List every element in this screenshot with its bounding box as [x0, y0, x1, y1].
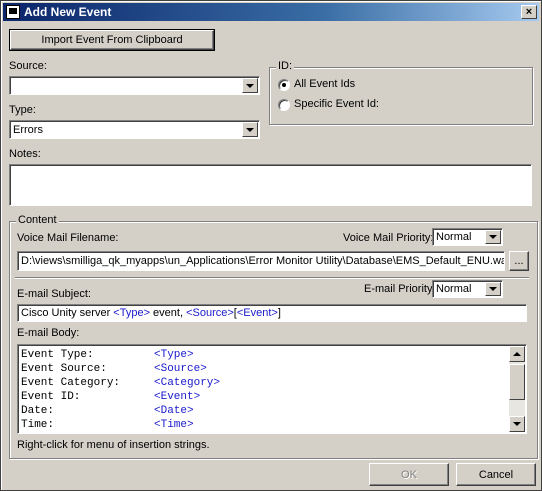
id-group: ID: [269, 60, 533, 125]
email-subject-label: E-mail Subject: [17, 288, 91, 300]
browse-button[interactable]: ... [509, 251, 529, 271]
email-priority-arrow[interactable] [485, 282, 501, 296]
browse-label: ... [514, 255, 524, 267]
import-from-clipboard-button[interactable]: Import Event From Clipboard [9, 29, 215, 51]
voice-mail-filename-field[interactable]: D:\views\smilliga_qk_myapps\un_Applicati… [17, 251, 505, 271]
scroll-thumb[interactable] [509, 364, 525, 400]
scroll-down-button[interactable] [509, 416, 525, 432]
email-body-lines: Event Type: <Type> Event Source: <Source> … [18, 345, 526, 432]
chevron-down-icon [489, 287, 497, 291]
insertion-hint: Right-click for menu of insertion string… [17, 439, 210, 451]
voice-mail-priority-value: Normal [436, 231, 472, 243]
ok-button[interactable]: OK [369, 463, 449, 486]
ok-label: OK [401, 468, 417, 481]
content-separator [15, 277, 529, 279]
chevron-down-icon [246, 83, 254, 88]
cancel-label: Cancel [478, 468, 514, 481]
email-body-textarea[interactable]: Event Type: <Type> Event Source: <Source> … [17, 344, 527, 434]
window-title: Add New Event [24, 5, 112, 19]
voice-mail-filename-value: D:\views\smilliga_qk_myapps\un_Applicati… [21, 255, 505, 267]
body-row: Event ID: <Event> [21, 391, 201, 403]
body-row: Time: <Time> [21, 419, 194, 431]
add-new-event-dialog: Add New Event × Import Event From Clipbo… [0, 0, 542, 491]
specific-event-id-label: Specific Event Id: [294, 98, 379, 110]
email-priority-label: E-mail Priority: [364, 283, 436, 295]
type-dropdown-arrow[interactable] [242, 122, 258, 137]
id-group-title: ID: [276, 60, 295, 72]
specific-event-id-radio[interactable] [278, 99, 290, 111]
source-dropdown[interactable] [9, 76, 260, 95]
close-icon: × [525, 6, 533, 18]
email-body-scrollbar[interactable] [509, 346, 525, 432]
all-event-ids-radio[interactable] [278, 79, 290, 91]
content-group-title: Content [16, 214, 59, 226]
app-icon [6, 5, 20, 19]
source-dropdown-arrow[interactable] [242, 78, 258, 93]
email-subject-text: Cisco Unity server <Type> event, <Source… [21, 307, 281, 319]
close-button[interactable]: × [521, 5, 537, 19]
voice-mail-priority-arrow[interactable] [485, 230, 501, 244]
voice-mail-filename-label: Voice Mail Filename: [17, 232, 119, 244]
body-row: Date: <Date> [21, 405, 194, 417]
all-event-ids-label: All Event Ids [294, 78, 356, 90]
type-value: Errors [13, 123, 43, 136]
notes-textarea[interactable] [9, 164, 532, 206]
chevron-up-icon [513, 352, 521, 356]
chevron-down-icon [489, 235, 497, 239]
email-priority-dropdown[interactable]: Normal [432, 280, 503, 298]
body-row: Event Category: <Category> [21, 377, 221, 389]
body-row: Event Type: <Type> [21, 349, 194, 361]
type-dropdown[interactable]: Errors [9, 120, 260, 139]
chevron-down-icon [513, 422, 521, 426]
email-body-label: E-mail Body: [17, 327, 80, 339]
scroll-up-button[interactable] [509, 346, 525, 362]
email-priority-value: Normal [436, 283, 472, 295]
notes-label: Notes: [9, 148, 41, 160]
title-bar[interactable]: Add New Event × [3, 3, 539, 21]
email-subject-field[interactable]: Cisco Unity server <Type> event, <Source… [17, 304, 527, 322]
import-button-label: Import Event From Clipboard [41, 34, 183, 46]
voice-mail-priority-label: Voice Mail Priority: [343, 232, 434, 244]
type-label: Type: [9, 104, 36, 116]
cancel-button[interactable]: Cancel [456, 463, 536, 486]
voice-mail-priority-dropdown[interactable]: Normal [432, 228, 503, 246]
body-row: Event Source: <Source> [21, 363, 207, 375]
source-label: Source: [9, 60, 47, 72]
chevron-down-icon [246, 127, 254, 132]
